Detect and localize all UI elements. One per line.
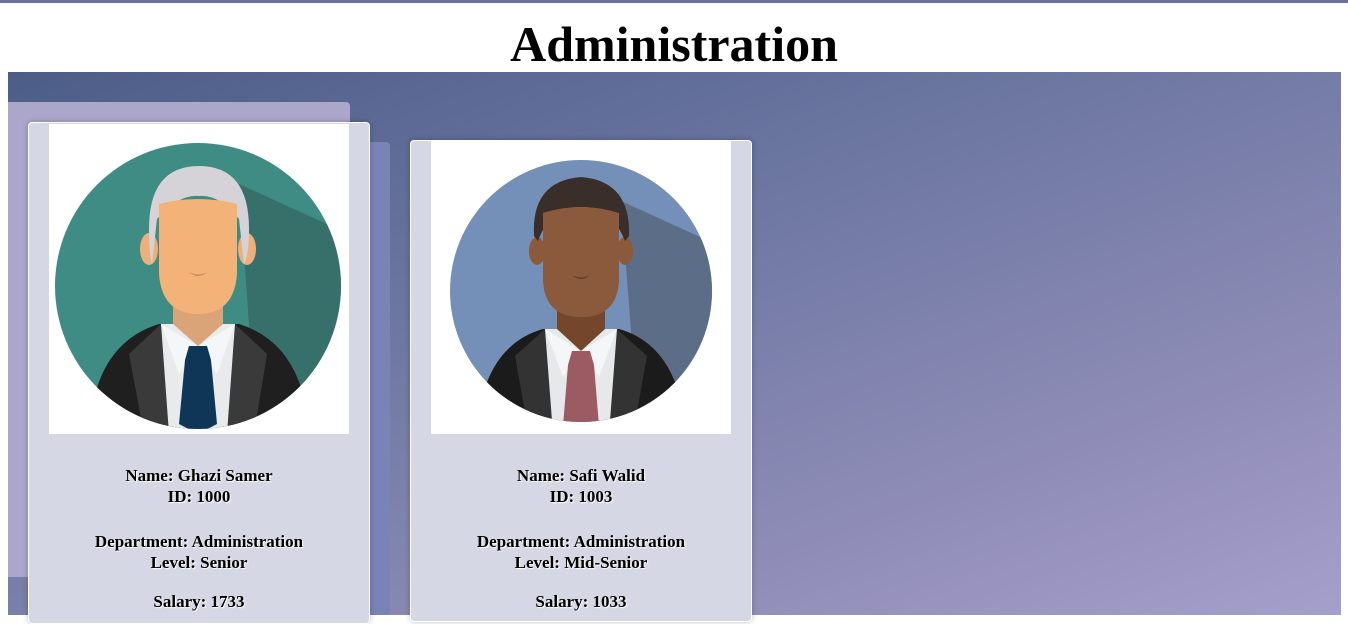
employee-name: Name: Ghazi Samer — [125, 466, 273, 485]
employee-card[interactable]: Name: Safi Walid ID: 1003 Department: Ad… — [410, 140, 752, 622]
employee-salary: Salary: 1733 — [153, 592, 245, 611]
employee-id: ID: 1000 — [167, 487, 231, 506]
employee-info: Name: Ghazi Samer ID: 1000 Department: A… — [29, 465, 369, 612]
top-border — [0, 0, 1348, 3]
employee-id: ID: 1003 — [549, 487, 613, 506]
employee-department: Department: Administration — [94, 532, 304, 551]
employee-department: Department: Administration — [476, 532, 686, 551]
man-dark-hair-avatar-icon — [450, 160, 712, 422]
employee-info: Name: Safi Walid ID: 1003 Department: Ad… — [411, 465, 751, 612]
employee-photo — [49, 124, 349, 434]
employee-name: Name: Safi Walid — [516, 466, 646, 485]
page-title: Administration — [510, 16, 838, 72]
employee-salary: Salary: 1033 — [535, 592, 627, 611]
employee-card[interactable]: Name: Ghazi Samer ID: 1000 Department: A… — [28, 122, 370, 624]
employees-panel: Name: Ghazi Samer ID: 1000 Department: A… — [8, 72, 1341, 624]
employee-photo — [431, 141, 731, 434]
employee-level: Level: Senior — [150, 553, 248, 572]
man-gray-hair-avatar-icon — [55, 143, 341, 429]
employee-level: Level: Mid-Senior — [514, 553, 648, 572]
